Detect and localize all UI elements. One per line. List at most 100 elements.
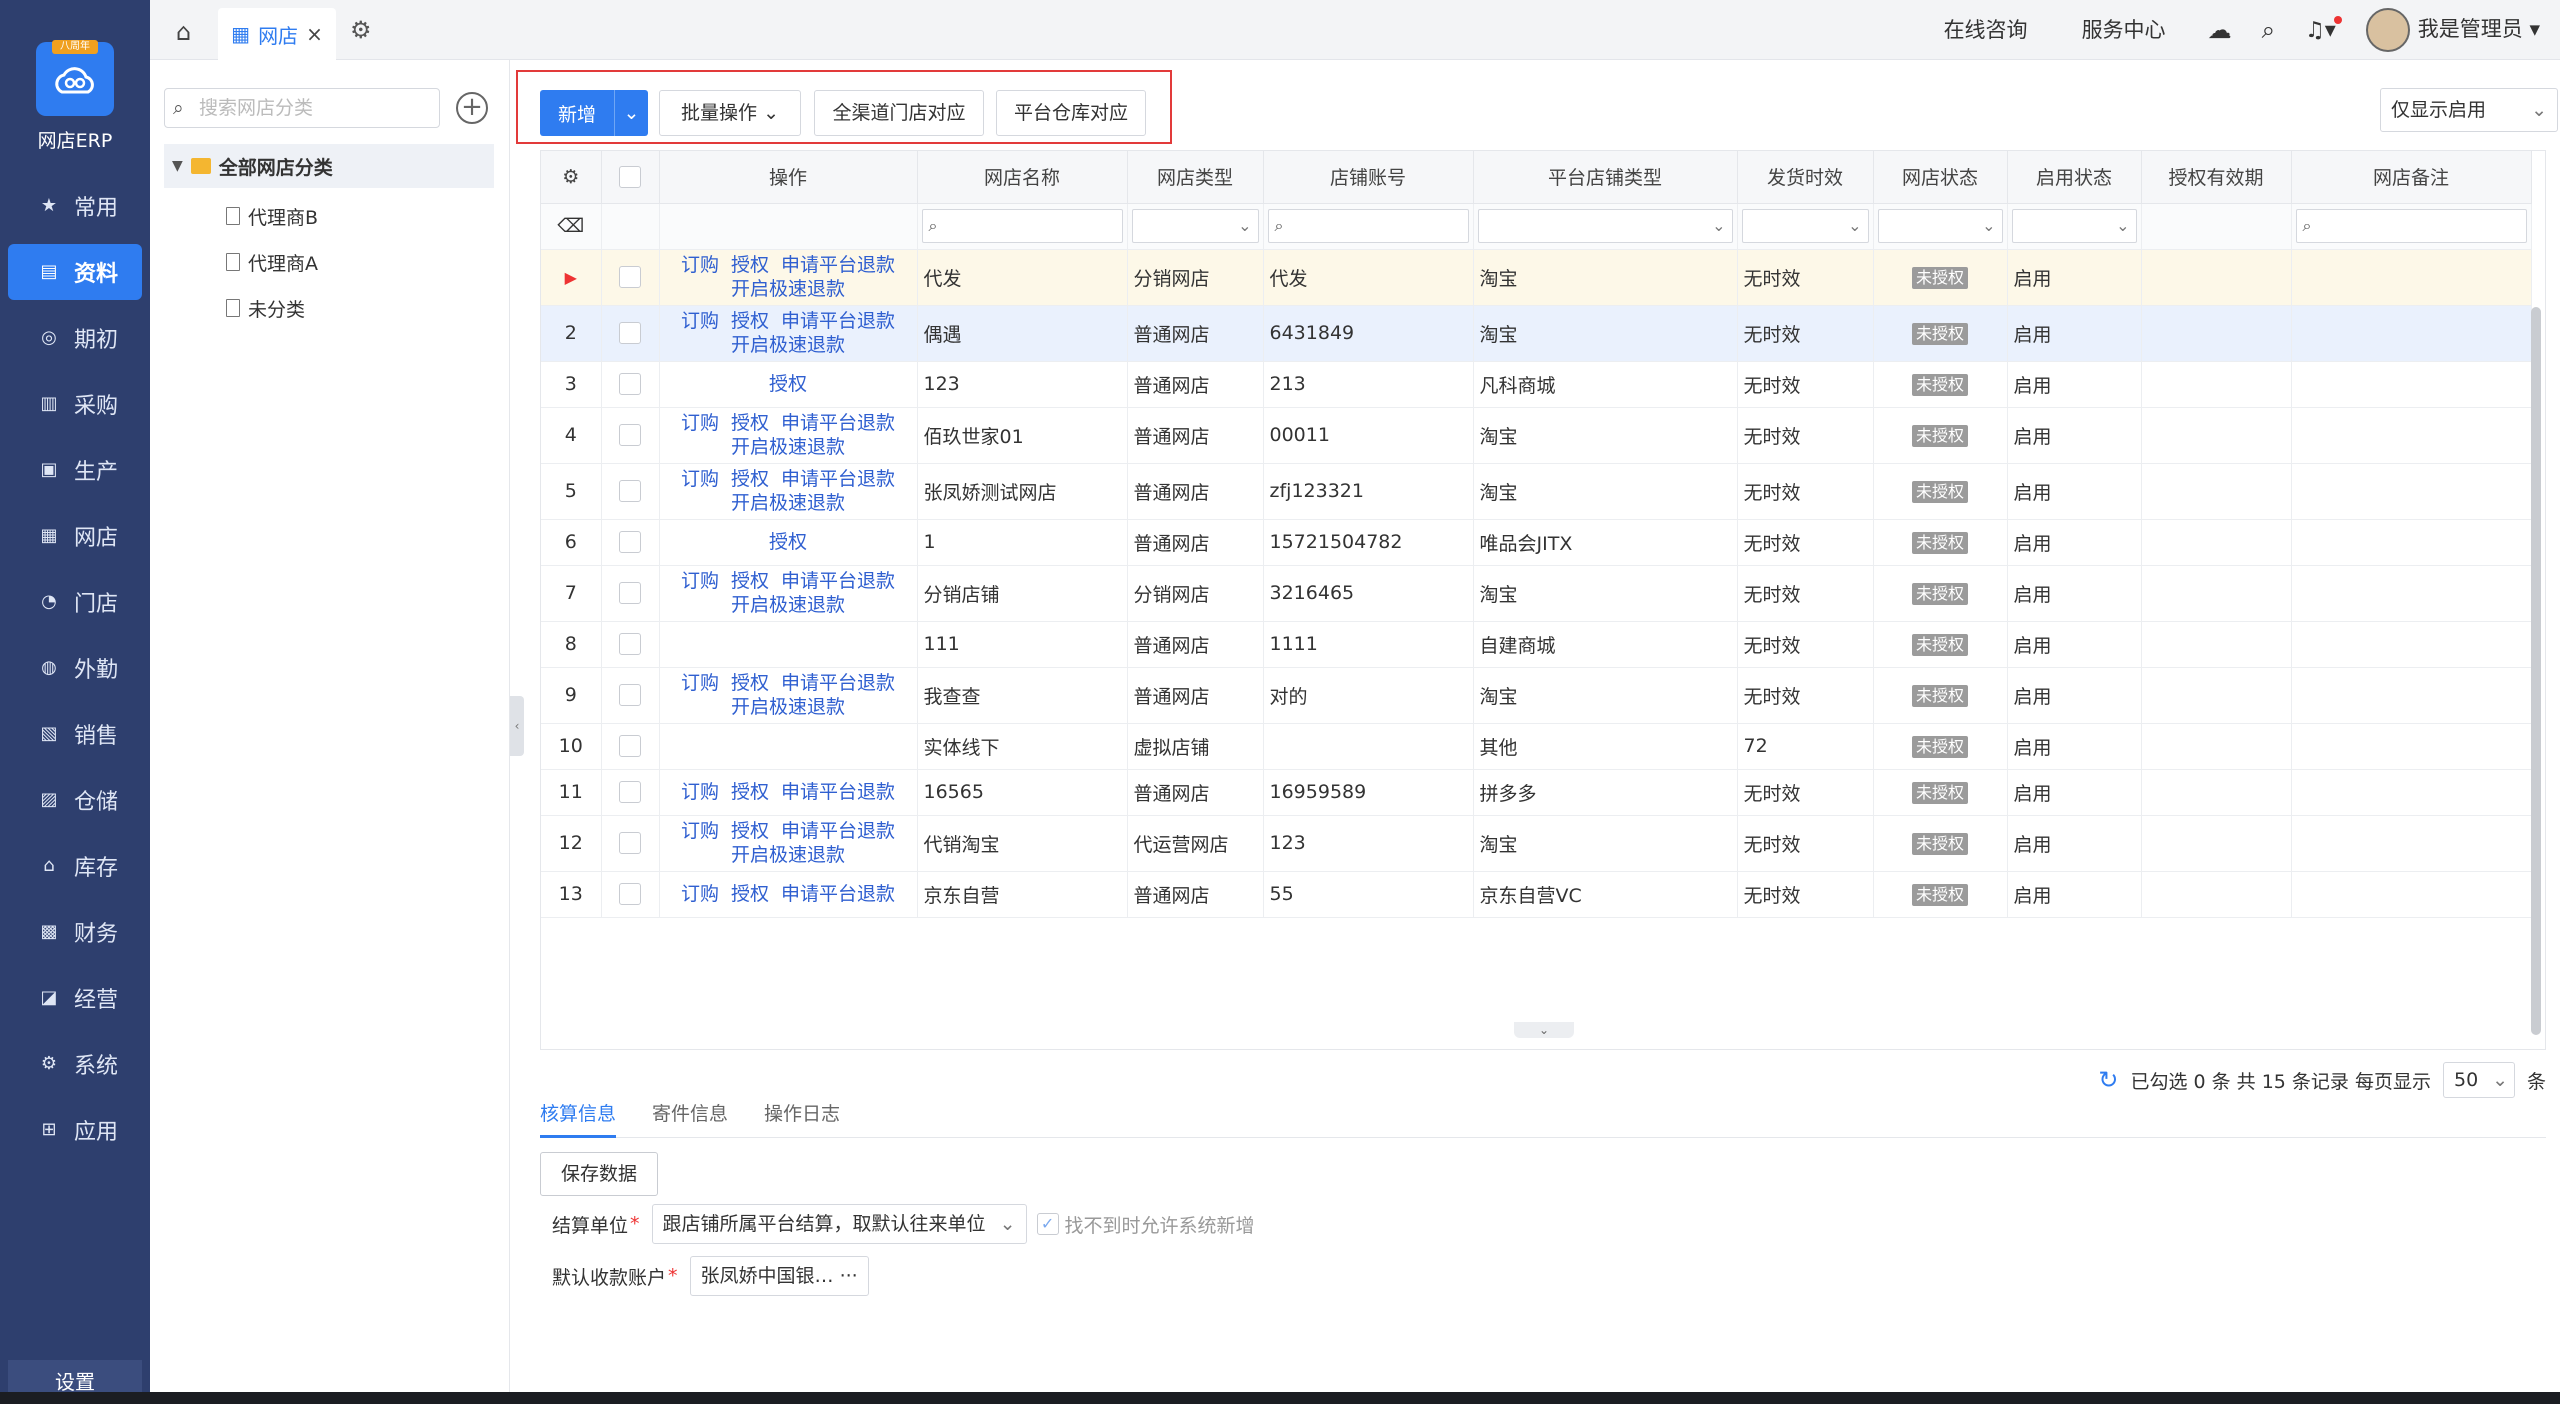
action-link[interactable]: 订购 [681, 310, 719, 332]
column-header[interactable]: 操作 [659, 151, 918, 204]
table-row[interactable]: 4 订购 授权 申请平台退款 开启极速退款 佰玖世家01 普通网店 00011 淘宝 无时效 未授权… [541, 407, 2532, 464]
sidebar-item[interactable]: ⚙ 系统 [8, 1036, 142, 1092]
column-header[interactable]: 网店状态 [1873, 151, 2008, 204]
column-header[interactable]: 店铺账号 [1263, 151, 1474, 204]
table-row[interactable]: 6 授权 1 普通网店 15721504782 唯品会JITX 无时效 未授权 启用 [541, 519, 2532, 566]
default-account-field[interactable]: 张凤娇中国银… ··· [689, 1256, 869, 1296]
action-link[interactable]: 授权 [731, 883, 769, 905]
type-filter-select[interactable]: ⌄ [1131, 209, 1259, 243]
column-header[interactable]: 平台店铺类型 [1473, 151, 1738, 204]
status-filter-select[interactable]: ⌄ [1877, 209, 2003, 243]
row-checkbox[interactable] [619, 684, 641, 707]
column-header[interactable]: 发货时效 [1737, 151, 1874, 204]
action-link[interactable]: 订购 [681, 883, 719, 905]
platform-warehouse-mapping-button[interactable]: 平台仓库对应 [996, 90, 1146, 136]
action-link[interactable]: 订购 [681, 570, 719, 592]
row-checkbox-cell[interactable] [601, 667, 660, 724]
column-settings[interactable]: ⚙ [541, 151, 602, 204]
table-row[interactable]: 11 订购 授权 申请平台退款 16565 普通网店 16959589 拼多多 无时效 未授权 启用 [541, 769, 2532, 816]
expand-bottom-handle[interactable]: ⌄ [1514, 1022, 1574, 1038]
row-checkbox[interactable] [619, 883, 641, 906]
row-checkbox-cell[interactable] [601, 249, 660, 306]
row-checkbox[interactable] [619, 373, 641, 396]
row-checkbox-cell[interactable] [601, 815, 660, 872]
action-link[interactable]: 申请平台退款 [781, 310, 895, 332]
row-checkbox-cell[interactable] [601, 723, 660, 770]
online-consult-button[interactable]: 在线咨询 [1932, 10, 2040, 50]
tree-item[interactable]: 未分类 [226, 288, 305, 328]
row-checkbox[interactable] [619, 633, 641, 656]
action-link[interactable]: 订购 [681, 254, 719, 276]
sidebar-item[interactable]: ▧ 销售 [8, 706, 142, 762]
ship-filter-select[interactable]: ⌄ [1741, 209, 1869, 243]
action-link[interactable]: 订购 [681, 672, 719, 694]
platform-type-filter-select[interactable]: ⌄ [1477, 209, 1733, 243]
clear-filter-cell[interactable]: ⌫ [541, 203, 602, 250]
action-link[interactable]: 订购 [681, 781, 719, 803]
enabled-filter-select[interactable]: 仅显示启用 ⌄ [2380, 88, 2558, 132]
action-link[interactable]: 申请平台退款 [781, 883, 895, 905]
allow-new-checkbox[interactable]: ✓ 找不到时允许系统新增 [1036, 1211, 1255, 1238]
action-link[interactable]: 申请平台退款 [781, 412, 895, 434]
chevron-down-icon[interactable]: ⌄ [614, 90, 648, 136]
row-checkbox-cell[interactable] [601, 407, 660, 464]
table-row[interactable]: 2 订购 授权 申请平台退款 开启极速退款 偶遇 普通网店 6431849 淘宝 无时效 未授权 启用 [541, 305, 2532, 362]
page-size-select[interactable]: 50 ⌄ [2442, 1062, 2515, 1098]
sidebar-item[interactable]: ⊞ 应用 [8, 1102, 142, 1158]
gear-icon[interactable]: ⚙ [350, 16, 372, 44]
tab-log[interactable]: 操作日志 [764, 1094, 840, 1138]
sidebar-item[interactable]: ▩ 财务 [8, 904, 142, 960]
remark-filter-input[interactable]: ⌕ [2295, 209, 2527, 243]
action-link[interactable]: 授权 [731, 412, 769, 434]
action-link[interactable]: 授权 [769, 373, 807, 395]
table-row[interactable]: 5 订购 授权 申请平台退款 开启极速退款 张凤娇测试网店 普通网店 zfj123321 淘宝无… [541, 463, 2532, 520]
table-row[interactable]: 10 实体线下 虚拟店铺 其他 72 未授权 启用 [541, 723, 2532, 770]
row-checkbox[interactable] [619, 781, 641, 804]
name-filter-input[interactable]: ⌕ [921, 209, 1123, 243]
table-row[interactable]: 3 授权 123 普通网店 213 凡科商城 无时效 未授权 启用 [541, 361, 2532, 408]
action-link[interactable]: 授权 [731, 820, 769, 842]
tab-accounting[interactable]: 核算信息 [540, 1094, 617, 1138]
row-checkbox-cell[interactable] [601, 769, 660, 816]
action-link[interactable]: 授权 [769, 531, 807, 553]
action-link[interactable]: 订购 [681, 820, 719, 842]
select-all-checkbox[interactable] [619, 166, 641, 188]
vertical-scrollbar[interactable] [2531, 307, 2541, 1035]
row-checkbox-cell[interactable] [601, 519, 660, 566]
action-link[interactable]: 开启极速退款 [731, 334, 845, 356]
sidebar-item[interactable]: ★ 常用 [8, 178, 142, 234]
action-link[interactable]: 申请平台退款 [781, 570, 895, 592]
account-filter-input[interactable]: ⌕ [1267, 209, 1469, 243]
row-checkbox-cell[interactable] [601, 361, 660, 408]
enable-filter-select[interactable]: ⌄ [2011, 209, 2137, 243]
action-link[interactable]: 授权 [731, 310, 769, 332]
action-link[interactable]: 订购 [681, 412, 719, 434]
row-checkbox[interactable] [619, 424, 641, 447]
add-button[interactable]: 新增 ⌄ [540, 90, 648, 136]
eraser-icon[interactable]: ⌫ [557, 215, 584, 237]
row-checkbox-cell[interactable] [601, 871, 660, 918]
sidebar-item[interactable]: ▨ 仓储 [8, 772, 142, 828]
action-link[interactable]: 开启极速退款 [731, 278, 845, 300]
column-header[interactable]: 网店备注 [2291, 151, 2532, 204]
row-checkbox[interactable] [619, 480, 641, 503]
action-link[interactable]: 订购 [681, 468, 719, 490]
action-link[interactable]: 授权 [731, 781, 769, 803]
save-data-button[interactable]: 保存数据 [540, 1152, 658, 1196]
row-checkbox-cell[interactable] [601, 565, 660, 622]
select-all-checkbox-cell[interactable] [601, 151, 660, 204]
channel-store-mapping-button[interactable]: 全渠道门店对应 [814, 90, 984, 136]
action-link[interactable]: 开启极速退款 [731, 436, 845, 458]
sidebar-item[interactable]: ▤ 资料 [8, 244, 142, 300]
tree-root[interactable]: ▼ 全部网店分类 [164, 144, 494, 188]
table-row[interactable]: 8 111 普通网店 1111 自建商城 无时效 未授权 启用 [541, 621, 2532, 668]
action-link[interactable]: 申请平台退款 [781, 254, 895, 276]
sidebar-item[interactable]: ▣ 生产 [8, 442, 142, 498]
more-icon[interactable]: ··· [840, 1265, 858, 1287]
row-checkbox-cell[interactable] [601, 305, 660, 362]
tree-item[interactable]: 代理商A [226, 242, 318, 282]
batch-operation-button[interactable]: 批量操作 ⌄ [659, 90, 801, 136]
action-link[interactable]: 授权 [731, 570, 769, 592]
action-link[interactable]: 开启极速退款 [731, 696, 845, 718]
action-link[interactable]: 开启极速退款 [731, 844, 845, 866]
